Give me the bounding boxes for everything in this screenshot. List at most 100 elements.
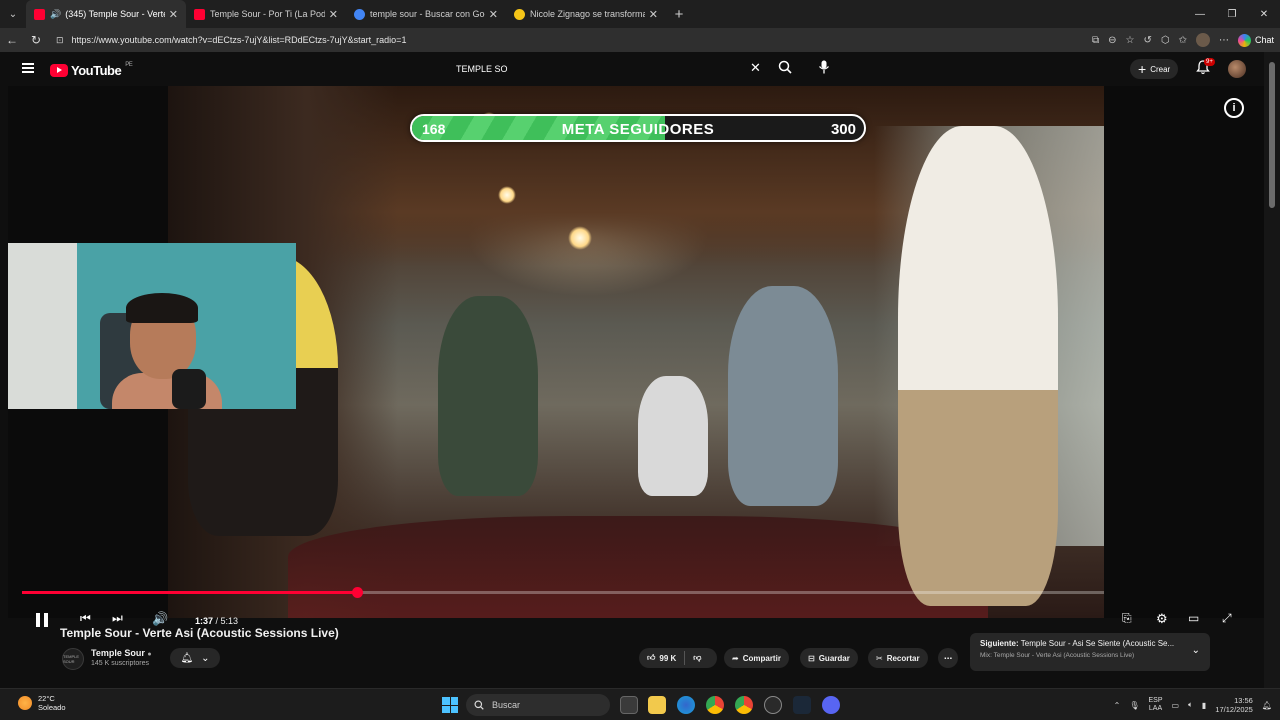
copilot-chat-button[interactable]: Chat (1237, 33, 1274, 47)
notifications-icon[interactable]: 🔔︎ (1262, 701, 1272, 710)
clock[interactable]: 13:56 17/12/2025 (1215, 696, 1253, 715)
tab-youtube-por-ti[interactable]: Temple Sour - Por Ti (La Poderotz...) ✕ (186, 0, 346, 28)
speaker-icon[interactable]: 🔊 (50, 9, 61, 20)
chrome-profile-icon[interactable] (735, 696, 753, 714)
like-count[interactable]: 99 K (659, 654, 676, 663)
video-frame[interactable] (168, 86, 1104, 618)
up-next-panel[interactable]: Siguiente: Temple Sour - Asi Se Siente (… (970, 633, 1210, 671)
app-available-icon[interactable]: ⧉ (1092, 35, 1099, 46)
share-button[interactable]: ➦ Compartir (724, 648, 789, 668)
url-text: https://www.youtube.com/watch?v=dECtzs-7… (71, 35, 407, 45)
search-icon[interactable] (778, 60, 792, 79)
favorites-icon[interactable]: ✩ (1179, 35, 1187, 46)
close-tab-icon[interactable]: ✕ (169, 8, 178, 21)
close-tab-icon[interactable]: ✕ (329, 8, 338, 21)
create-label: Crear (1150, 64, 1171, 74)
bookmark-icon: ⊟ (808, 653, 815, 663)
dislike-icon[interactable]: 👎︎ (693, 653, 701, 663)
chrome-icon[interactable] (706, 696, 724, 714)
follower-goal-title: META SEGUIDORES (561, 121, 715, 138)
steam-icon[interactable] (793, 696, 811, 714)
tab-nicole-zignago[interactable]: Nicole Zignago se transforma en ... ✕ (506, 0, 666, 28)
clear-search-icon[interactable]: ✕ (750, 60, 761, 76)
edge-icon[interactable] (677, 696, 695, 714)
page-scrollbar[interactable] (1264, 52, 1280, 688)
video-progress-played (22, 591, 358, 594)
more-actions-button[interactable]: ⋯ (938, 648, 958, 668)
video-title: Temple Sour - Verte Asi (Acoustic Sessio… (60, 626, 339, 640)
scene-lamp (498, 186, 516, 204)
share-label: Compartir (742, 653, 781, 663)
tab-search-menu-icon[interactable]: ⌄ (0, 0, 26, 28)
video-progress-bar[interactable] (22, 587, 1104, 598)
tab-label: Nicole Zignago se transforma en ... (530, 9, 645, 19)
url-field[interactable]: ⊡ https://www.youtube.com/watch?v=dECtzs… (56, 30, 1056, 50)
fullscreen-icon[interactable]: ⤢ (1222, 611, 1232, 626)
close-window-icon[interactable]: ✕ (1248, 0, 1280, 28)
start-windows-icon[interactable] (442, 697, 458, 713)
show-hidden-icons-icon[interactable]: ⌃ (1114, 701, 1121, 710)
refresh-page-icon[interactable]: ↺ (1143, 35, 1151, 46)
like-dislike-group: 👍︎ 99 K 👎︎ (639, 648, 717, 668)
restore-icon[interactable]: ❐ (1216, 0, 1248, 28)
create-button[interactable]: + Crear (1130, 59, 1179, 79)
subtitles-icon[interactable]: ⎘ (1122, 611, 1132, 626)
taskbar-search[interactable]: Buscar (466, 694, 610, 716)
bell-icon: 🔔︎ (180, 652, 194, 664)
previous-button[interactable]: ⏮ (80, 611, 91, 626)
share-icon: ➦ (732, 653, 739, 663)
language-bottom: LAA (1148, 705, 1163, 712)
zoom-icon[interactable]: ⊖ (1108, 35, 1116, 46)
volume-tray-icon[interactable]: 🔈︎ (1188, 700, 1193, 710)
volume-icon[interactable]: 🔊 (152, 611, 168, 627)
more-options-icon[interactable]: ⋯ (1219, 35, 1229, 46)
google-favicon-icon (354, 8, 365, 20)
app-icon[interactable] (764, 696, 782, 714)
minimize-icon[interactable]: — (1184, 0, 1216, 28)
scene-guitarist-center (728, 286, 838, 506)
channel-name[interactable]: Temple Sour ● (91, 648, 152, 658)
profile-avatar[interactable] (1195, 33, 1210, 47)
extensions-icon[interactable]: ⬡ (1161, 35, 1170, 46)
back-arrow-icon[interactable]: ← (0, 33, 24, 47)
channel-name-text: Temple Sour (91, 648, 145, 658)
favorite-star-icon[interactable]: ☆ (1126, 35, 1135, 46)
tab-youtube-verte-asi[interactable]: 🔊 (345) Temple Sour - Verte Asi (Acousti… (26, 0, 186, 28)
refresh-icon[interactable]: ↻ (24, 33, 48, 47)
info-icon[interactable]: i (1224, 98, 1244, 118)
site-info-icon[interactable]: ⊡ (56, 35, 64, 46)
like-icon[interactable]: 👍︎ (647, 653, 655, 663)
task-view-icon[interactable] (620, 696, 638, 714)
youtube-logo[interactable]: YouTube PE (50, 62, 133, 78)
display-icon[interactable]: ▭ (1172, 701, 1180, 710)
subscription-bell-button[interactable]: 🔔︎ ⌄ (170, 648, 220, 668)
file-explorer-icon[interactable] (648, 696, 666, 714)
video-player[interactable]: 168 META SEGUIDORES 300 i ⏮ ⏭ 🔊 1:37 / 5… (8, 86, 1272, 626)
menu-hamburger-icon[interactable] (22, 63, 34, 73)
new-tab-button[interactable]: + (666, 6, 692, 23)
discord-icon[interactable] (822, 696, 840, 714)
tab-google-search[interactable]: temple sour - Buscar con Google ✕ (346, 0, 506, 28)
channel-avatar[interactable]: TEMPLE SOUR (62, 648, 84, 670)
close-tab-icon[interactable]: ✕ (489, 8, 498, 21)
clip-button[interactable]: ✂ Recortar (868, 648, 928, 668)
settings-gear-icon[interactable]: ⚙ (1156, 611, 1168, 627)
pause-button[interactable] (34, 611, 50, 629)
follower-goal-bar: 168 META SEGUIDORES 300 (410, 114, 866, 142)
scene-drummer (638, 376, 708, 496)
up-next-prefix: Siguiente: (980, 639, 1019, 648)
language-indicator[interactable]: ESP LAA (1149, 697, 1163, 714)
search-input[interactable]: TEMPLE SO (446, 58, 776, 80)
microphone-icon[interactable]: 🎙︎ (1129, 701, 1139, 710)
time-display: 1:37 / 5:13 (195, 616, 238, 626)
battery-icon[interactable]: ▮ (1202, 701, 1206, 710)
chevron-down-icon[interactable]: ⌄ (1192, 645, 1200, 656)
youtube-wordmark: YouTube (71, 63, 122, 78)
theater-mode-icon[interactable]: ▭ (1188, 611, 1199, 625)
save-button[interactable]: ⊟ Guardar (800, 648, 858, 668)
account-avatar[interactable] (1228, 60, 1246, 78)
next-button[interactable]: ⏭ (112, 611, 123, 626)
close-tab-icon[interactable]: ✕ (649, 8, 658, 21)
weather-widget[interactable]: 22°C Soleado (18, 694, 66, 713)
voice-search-icon[interactable] (818, 60, 830, 79)
